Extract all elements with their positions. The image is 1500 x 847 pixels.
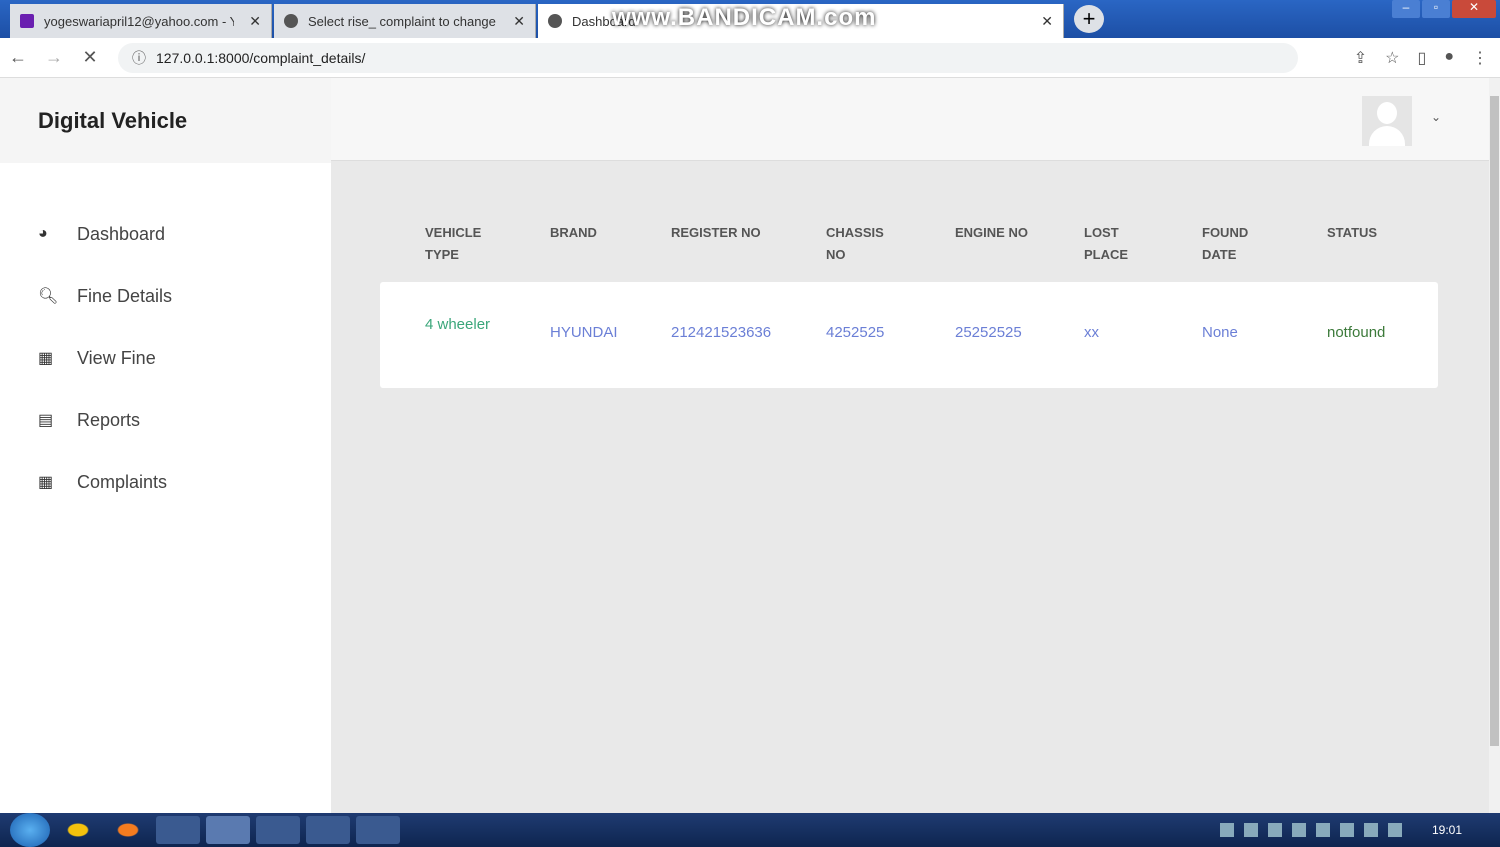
chrome-active-taskbar-icon[interactable] [206, 816, 250, 844]
explorer-taskbar-icon[interactable] [256, 816, 300, 844]
column-header: FOUND DATE [1202, 225, 1249, 262]
globe-icon [284, 14, 298, 28]
minimize-button[interactable]: – [1392, 0, 1420, 18]
back-icon[interactable]: ← [0, 47, 36, 68]
brand-cell: HYUNDAI [550, 324, 618, 341]
table-icon: ▦ [38, 350, 54, 367]
mail-icon [20, 14, 34, 28]
top-navbar: ⌄ [331, 78, 1489, 161]
cmd-taskbar-icon[interactable] [356, 816, 400, 844]
sidebar-item-fine-details[interactable]: 🔍︎ Fine Details [0, 265, 331, 327]
engine-no-cell: 25252525 [955, 324, 1022, 341]
status-cell: notfound [1327, 324, 1386, 341]
scrollbar-thumb[interactable] [1490, 96, 1499, 746]
start-button[interactable] [10, 813, 50, 847]
book-icon: ▤ [38, 412, 54, 429]
network-icon[interactable] [1291, 823, 1306, 837]
table-row: 4 wheeler HYUNDAI 212421523636 4252525 2… [380, 282, 1438, 388]
forward-icon[interactable]: → [36, 47, 72, 68]
system-tray: 19:01 [1219, 823, 1500, 837]
column-header: STATUS [1327, 225, 1378, 240]
tray-icon[interactable] [1363, 823, 1378, 837]
url-input[interactable]: ⓘ 127.0.0.1:8000/complaint_details/ [118, 42, 1298, 73]
lost-place-cell: xx [1084, 324, 1099, 341]
column-header: CHASSIS NO [826, 225, 884, 262]
scrollbar[interactable] [1489, 78, 1500, 813]
chevron-down-icon[interactable]: ⌄ [1431, 110, 1441, 124]
tray-icon[interactable] [1243, 823, 1258, 837]
column-header: ENGINE NO [955, 225, 1028, 240]
info-icon: ⓘ [132, 49, 146, 66]
column-header: LOST PLACE [1084, 225, 1129, 262]
bandicam-watermark: www.BANDICAM.com [612, 4, 877, 31]
firefox-taskbar-icon[interactable] [106, 816, 150, 844]
dashboard-icon: ◕ [38, 225, 48, 242]
chassis-no-cell: 4252525 [826, 324, 885, 341]
sidebar: Digital Vehicle ◕ Dashboard 🔍︎ Fine Detail… [0, 78, 331, 813]
bandicam-taskbar-icon[interactable] [306, 816, 350, 844]
column-header: BRAND [550, 225, 597, 240]
column-header: REGISTER NO [671, 225, 761, 240]
address-bar-row: ← → ✕ ⓘ 127.0.0.1:8000/complaint_details/… [0, 38, 1500, 78]
bookmark-star-icon[interactable]: ☆ [1385, 48, 1399, 68]
new-tab-button[interactable]: + [1074, 5, 1104, 33]
avatar[interactable] [1362, 96, 1412, 146]
power-icon[interactable] [1315, 823, 1330, 837]
found-date-cell: None [1202, 324, 1238, 341]
globe-icon [548, 14, 562, 28]
chrome-taskbar-icon[interactable] [56, 816, 100, 844]
search-icon: 🔍︎ [38, 288, 59, 305]
side-panel-icon[interactable]: ▯ [1418, 48, 1427, 68]
table-icon: ▦ [38, 474, 54, 491]
maximize-button[interactable]: ▫ [1422, 0, 1450, 18]
sidebar-item-dashboard[interactable]: ◕ Dashboard [0, 203, 331, 265]
tray-icon[interactable] [1219, 823, 1234, 837]
taskbar: 19:01 [0, 813, 1500, 847]
share-icon[interactable]: ⇪ [1354, 48, 1367, 68]
notepad-taskbar-icon[interactable] [156, 816, 200, 844]
close-tab-icon[interactable]: ✕ [1041, 13, 1053, 30]
volume-icon[interactable] [1339, 823, 1354, 837]
stop-icon[interactable]: ✕ [72, 47, 108, 68]
close-tab-icon[interactable]: ✕ [249, 13, 261, 30]
profile-icon[interactable]: ● [1444, 48, 1454, 68]
tab-select-complaint[interactable]: Select rise_ complaint to change ✕ [274, 4, 536, 38]
sidebar-item-reports[interactable]: ▤ Reports [0, 389, 331, 451]
menu-icon[interactable]: ⋮ [1472, 48, 1488, 68]
close-window-button[interactable]: ✕ [1452, 0, 1496, 18]
brand-title: Digital Vehicle [0, 78, 331, 163]
column-header: VEHICLE TYPE [425, 225, 482, 262]
clock[interactable]: 19:01 [1432, 823, 1462, 837]
sidebar-item-complaints[interactable]: ▦ Complaints [0, 451, 331, 513]
flag-icon[interactable] [1387, 823, 1402, 837]
sidebar-item-view-fine[interactable]: ▦ View Fine [0, 327, 331, 389]
vehicle-type-cell: 4 wheeler [425, 316, 491, 333]
tray-icon[interactable] [1267, 823, 1282, 837]
browser-tab-bar: yogeswariapril12@yahoo.com - Y ✕ Select r… [0, 0, 1500, 38]
tab-yahoo-mail[interactable]: yogeswariapril12@yahoo.com - Y ✕ [10, 4, 272, 38]
register-no-cell: 212421523636 [671, 324, 772, 341]
close-tab-icon[interactable]: ✕ [513, 13, 525, 30]
